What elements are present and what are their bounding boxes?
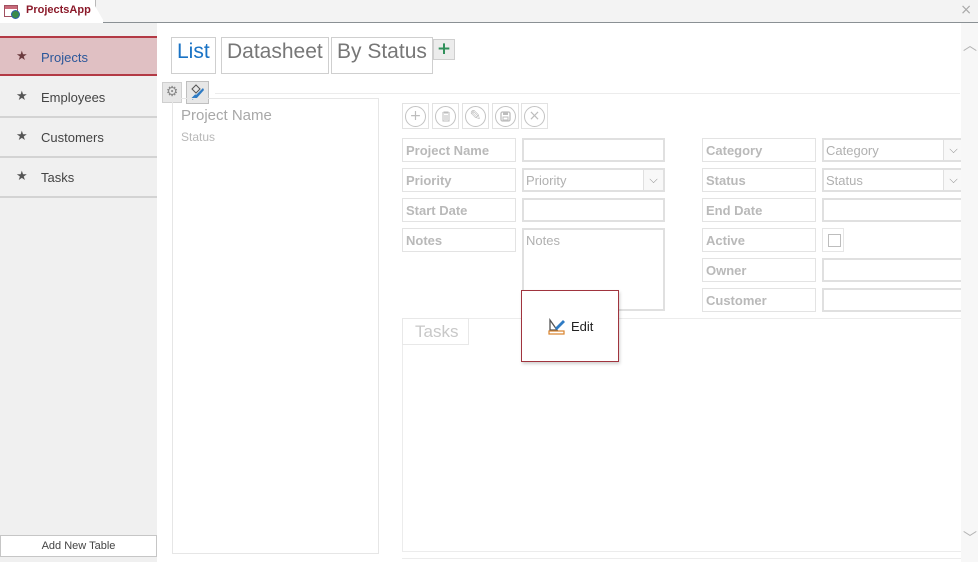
sidebar-item-label: Projects (41, 50, 88, 65)
sidebar-item-label: Customers (41, 130, 104, 145)
sidebar: ★ Projects ★ Employees ★ Customers ★ Tas… (0, 23, 157, 562)
divider (215, 93, 960, 94)
star-icon: ★ (16, 49, 28, 64)
sidebar-item-customers[interactable]: ★ Customers (0, 118, 157, 158)
star-icon: ★ (16, 89, 28, 104)
field-label-notes: Notes (402, 228, 516, 252)
document-tab-strip: ProjectsApp × (0, 0, 978, 23)
list-primary-field: Project Name (181, 107, 272, 124)
customer-input[interactable] (822, 288, 965, 312)
priority-select[interactable]: Priority ⌵ (522, 168, 665, 192)
edit-record-button[interactable]: ✎ (462, 103, 489, 129)
plus-icon: + (405, 106, 426, 127)
project-name-input[interactable] (522, 138, 665, 162)
field-label-active: Active (702, 228, 816, 252)
field-label-end-date: End Date (702, 198, 816, 222)
field-label-category: Category (702, 138, 816, 162)
chevron-up-icon[interactable]: ︿ (963, 35, 977, 55)
star-icon: ★ (16, 129, 28, 144)
tasks-subview[interactable] (402, 318, 978, 552)
pencil-icon: ✎ (465, 106, 486, 127)
chevron-down-icon[interactable]: ⌵ (643, 170, 663, 190)
main-content: List Datasheet By Status + ⚙ Project Nam… (157, 23, 978, 562)
save-icon (495, 106, 516, 127)
save-record-button[interactable] (492, 103, 519, 129)
sidebar-item-label: Tasks (41, 170, 75, 185)
start-date-input[interactable] (522, 198, 665, 222)
chevron-down-icon[interactable]: ﹀ (963, 528, 977, 548)
field-label-start-date: Start Date (402, 198, 516, 222)
checkbox-box (828, 234, 841, 247)
cancel-button[interactable]: × (521, 103, 548, 129)
end-date-input[interactable] (822, 198, 965, 222)
star-icon: ★ (16, 169, 28, 184)
vertical-scrollbar[interactable]: ︿ ﹀ (961, 23, 978, 562)
close-icon: × (524, 106, 545, 127)
active-checkbox[interactable] (822, 228, 844, 252)
field-label-priority: Priority (402, 168, 516, 192)
add-record-button[interactable]: + (402, 103, 429, 129)
tab-datasheet[interactable]: Datasheet (221, 37, 329, 74)
sidebar-item-employees[interactable]: ★ Employees (0, 78, 157, 118)
add-view-button[interactable]: + (433, 39, 455, 60)
edit-popup-button[interactable]: Edit (521, 290, 619, 362)
category-select[interactable]: Category ⌵ (822, 138, 965, 162)
tasks-subview-tab[interactable]: Tasks (402, 318, 469, 345)
sidebar-item-tasks[interactable]: ★ Tasks (0, 158, 157, 198)
priority-select-value: Priority (526, 173, 567, 188)
delete-record-button[interactable] (432, 103, 459, 129)
close-icon[interactable]: × (960, 2, 972, 18)
add-new-table-button[interactable]: Add New Table (0, 535, 157, 557)
field-label-status: Status (702, 168, 816, 192)
app-icon (4, 5, 20, 19)
chevron-down-icon[interactable]: ⌵ (943, 170, 963, 190)
document-tab[interactable]: ProjectsApp (0, 0, 103, 23)
field-label-owner: Owner (702, 258, 816, 282)
design-edit-icon (548, 318, 565, 335)
tab-list[interactable]: List (171, 37, 216, 74)
status-select[interactable]: Status ⌵ (822, 168, 965, 192)
divider (402, 558, 978, 559)
status-select-value: Status (826, 173, 863, 188)
edit-label: Edit (571, 319, 594, 334)
category-select-value: Category (826, 143, 879, 158)
owner-input[interactable] (822, 258, 965, 282)
app-title: ProjectsApp (26, 4, 91, 16)
field-label-project-name: Project Name (402, 138, 516, 162)
chevron-down-icon[interactable]: ⌵ (943, 140, 963, 160)
field-label-customer: Customer (702, 288, 816, 312)
sidebar-item-label: Employees (41, 90, 106, 105)
list-secondary-field: Status (181, 130, 216, 144)
tab-by-status[interactable]: By Status (331, 37, 433, 74)
trash-icon (435, 106, 456, 127)
list-pane[interactable]: Project Name Status (172, 98, 379, 554)
sidebar-item-projects[interactable]: ★ Projects (0, 36, 157, 76)
